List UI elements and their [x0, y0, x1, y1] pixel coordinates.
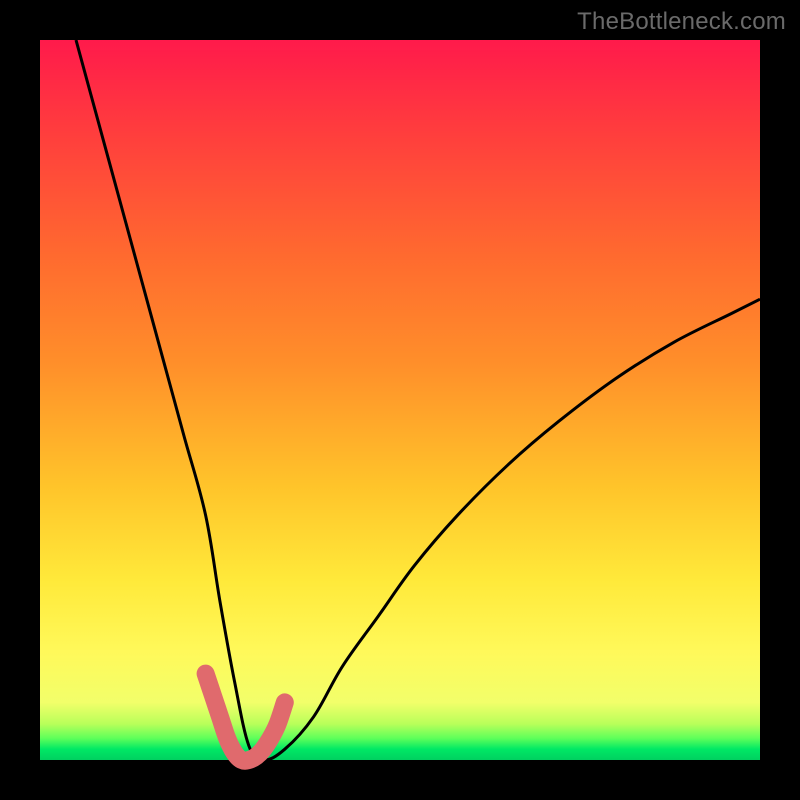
highlight-band	[206, 674, 285, 761]
plot-area	[40, 40, 760, 760]
chart-frame: TheBottleneck.com	[0, 0, 800, 800]
bottleneck-curve	[76, 40, 760, 760]
watermark-text: TheBottleneck.com	[577, 8, 786, 36]
curve-layer	[40, 40, 760, 760]
